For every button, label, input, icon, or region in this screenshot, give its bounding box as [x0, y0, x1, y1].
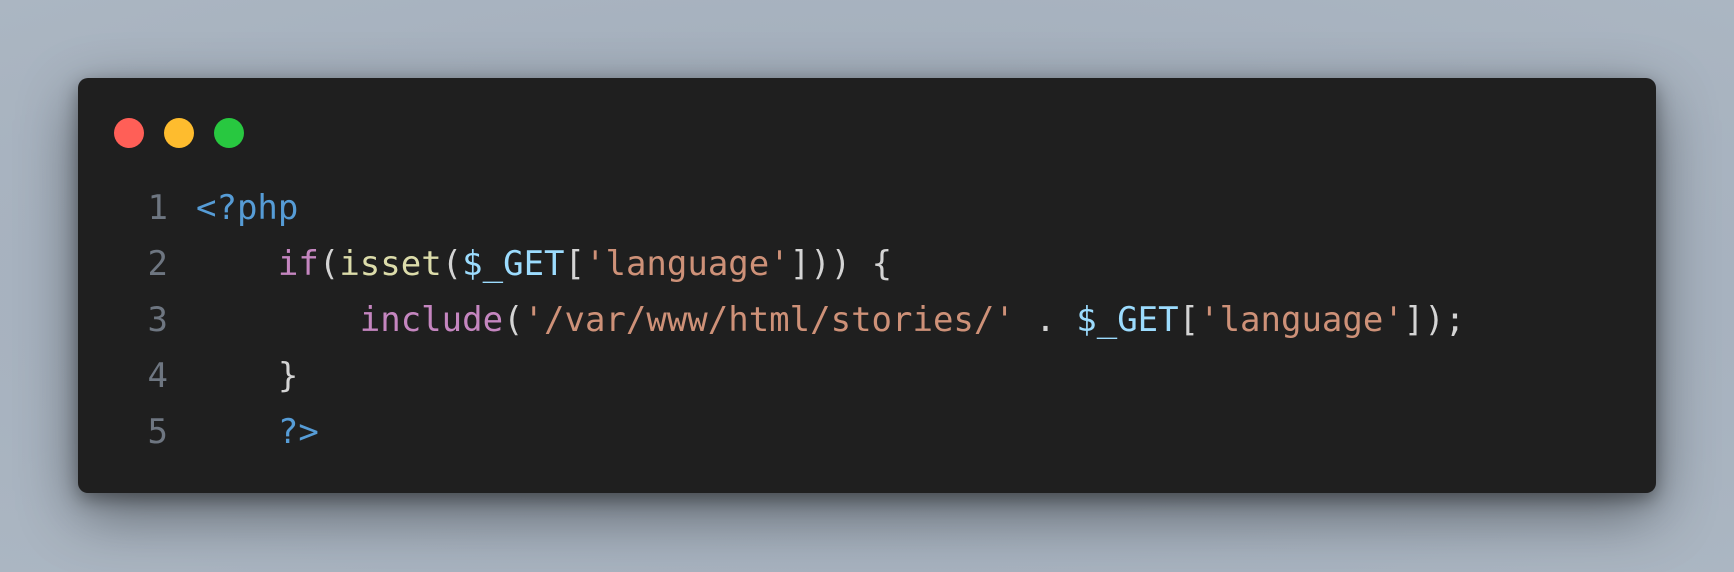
code-token: ( [503, 300, 524, 340]
code-token: } [277, 356, 299, 396]
code-token: ]); [1403, 300, 1466, 340]
line-number: 3 [147, 300, 168, 340]
code-window: 1 <?php 2 if(isset($_GET['language'])) {3 … [78, 78, 1656, 493]
code-token: [ [564, 244, 586, 284]
code-block: 1 <?php 2 if(isset($_GET['language'])) {3 … [78, 180, 1656, 460]
minimize-dot-icon[interactable] [164, 118, 194, 148]
code-token: ?> [277, 412, 319, 452]
code-token: if [277, 244, 319, 284]
code-text: } [168, 348, 298, 404]
close-dot-icon[interactable] [114, 118, 144, 148]
code-token: ])) { [789, 244, 893, 284]
line-number: 4 [147, 356, 168, 396]
maximize-dot-icon[interactable] [214, 118, 244, 148]
code-token: include [359, 300, 504, 340]
code-token: ( [441, 244, 463, 284]
code-line: 3 include('/var/www/html/stories/' . $_G… [78, 292, 1656, 348]
code-token: [ [1178, 300, 1200, 340]
code-text: ?> [168, 404, 319, 460]
window-controls [114, 118, 244, 148]
code-line: 2 if(isset($_GET['language'])) { [78, 236, 1656, 292]
line-number: 2 [147, 244, 168, 284]
code-token: $_GET [1076, 300, 1179, 340]
code-text: if(isset($_GET['language'])) { [168, 236, 892, 292]
code-token: . [1014, 300, 1077, 340]
code-text: include('/var/www/html/stories/' . $_GET… [168, 292, 1465, 348]
code-token: '/var/www/html/stories/' [523, 300, 1015, 340]
code-line: 5 ?> [78, 404, 1656, 460]
code-token: $_GET [462, 244, 565, 284]
code-line: 1 <?php [78, 180, 1656, 236]
code-token: ( [318, 244, 340, 284]
line-number: 5 [147, 412, 168, 452]
code-token: <?php [196, 188, 299, 228]
line-number: 1 [147, 188, 168, 228]
code-token: 'language' [585, 244, 790, 284]
code-token: 'language' [1199, 300, 1404, 340]
code-token: isset [339, 244, 442, 284]
code-text: <?php [168, 180, 298, 236]
code-line: 4 } [78, 348, 1656, 404]
